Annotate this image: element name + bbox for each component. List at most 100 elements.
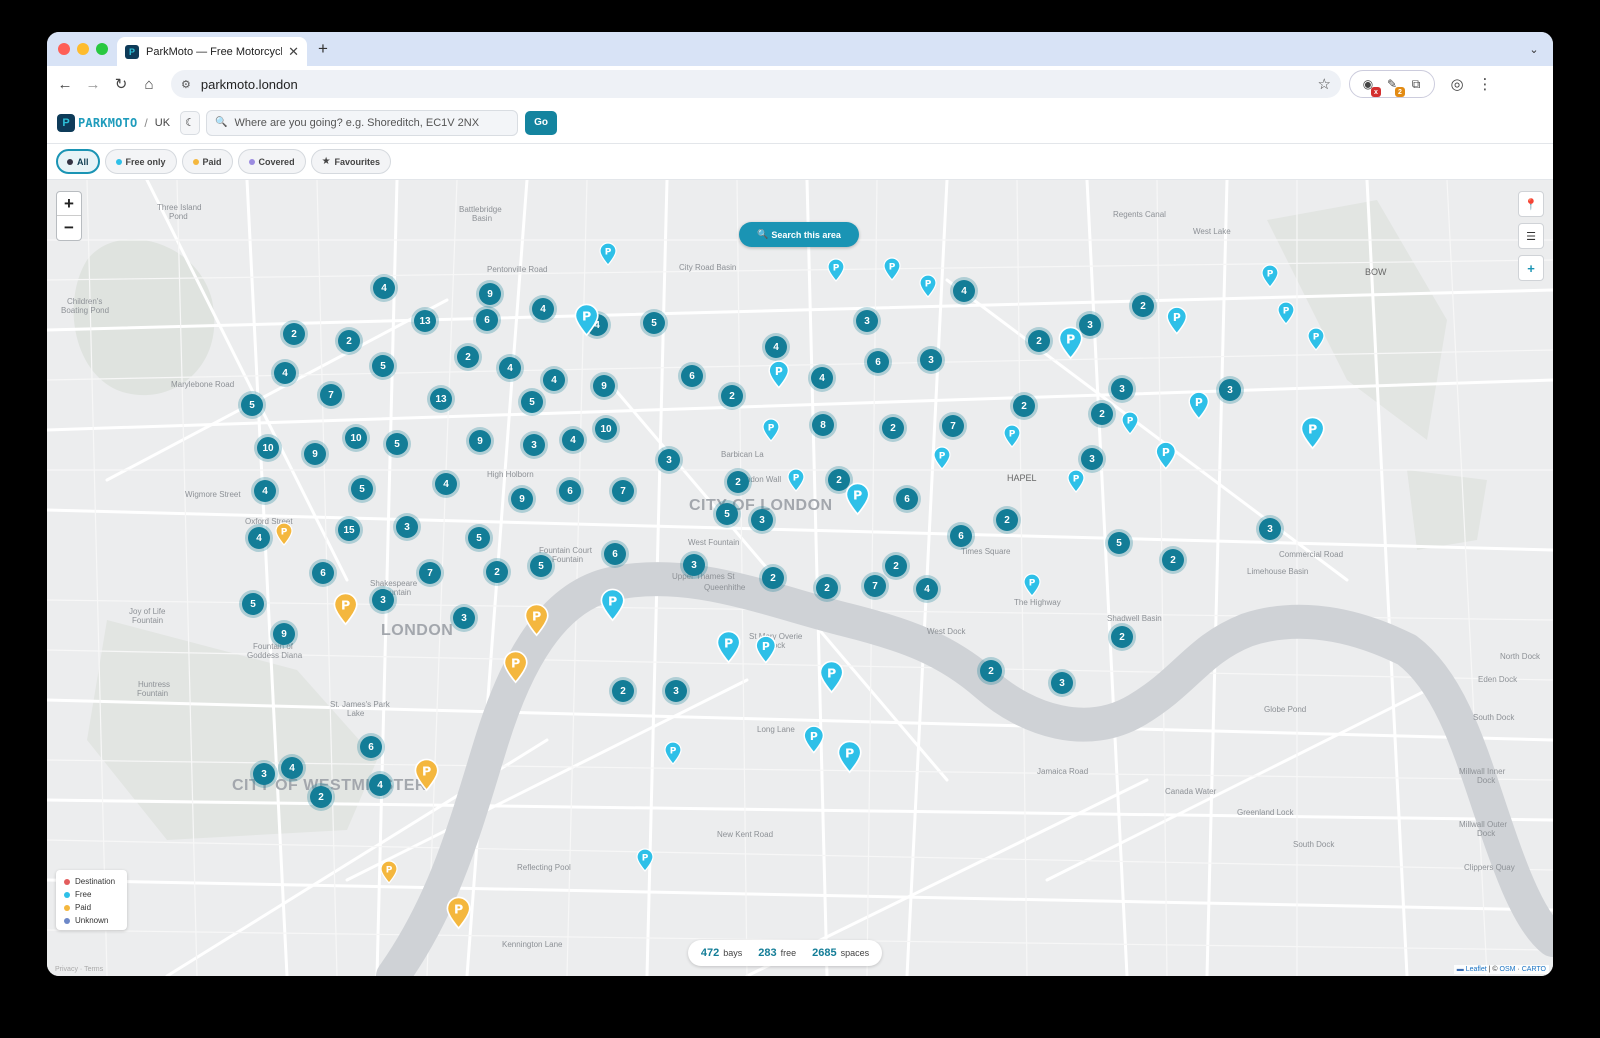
forward-icon[interactable]: → [79,70,107,98]
minimize-window-button[interactable] [77,43,89,55]
cluster-marker[interactable]: 8 [812,414,834,436]
free-parking-pin-icon[interactable]: P [600,588,626,627]
cluster-marker[interactable]: 5 [241,394,263,416]
cluster-marker[interactable]: 9 [479,283,501,305]
cluster-marker[interactable]: 4 [369,774,391,796]
cluster-marker[interactable]: 2 [1013,395,1035,417]
privacy-link[interactable]: Privacy [55,966,78,973]
cluster-marker[interactable]: 4 [435,473,457,495]
cluster-marker[interactable]: 7 [612,480,634,502]
cluster-marker[interactable]: 3 [920,349,942,371]
cluster-marker[interactable]: 4 [274,362,296,384]
free-parking-pin-icon[interactable]: P [1166,306,1188,340]
cluster-marker[interactable]: 4 [765,336,787,358]
back-icon[interactable]: ← [51,70,79,98]
free-parking-pin-icon[interactable]: P [1023,573,1041,602]
go-button[interactable]: Go [525,110,558,135]
cluster-marker[interactable]: 3 [523,434,545,456]
cluster-marker[interactable]: 3 [751,509,773,531]
cluster-marker[interactable]: 6 [867,351,889,373]
free-parking-pin-icon[interactable]: P [599,242,617,271]
terms-link[interactable]: Terms [84,966,103,973]
free-parking-pin-icon[interactable]: P [755,635,777,669]
cluster-marker[interactable]: 4 [499,357,521,379]
cluster-marker[interactable]: 2 [721,385,743,407]
cluster-marker[interactable]: 5 [351,478,373,500]
free-parking-pin-icon[interactable]: P [1003,424,1021,453]
cluster-marker[interactable]: 4 [916,578,938,600]
cluster-marker[interactable]: 5 [1108,532,1130,554]
cluster-marker[interactable]: 2 [885,555,907,577]
cluster-marker[interactable]: 6 [950,525,972,547]
free-parking-pin-icon[interactable]: P [768,360,790,394]
free-parking-pin-icon[interactable]: P [1121,411,1139,440]
close-window-button[interactable] [58,43,70,55]
cluster-marker[interactable]: 4 [562,429,584,451]
cluster-marker[interactable]: 5 [468,527,490,549]
free-parking-pin-icon[interactable]: P [837,740,863,779]
cluster-marker[interactable]: 2 [612,680,634,702]
free-parking-pin-icon[interactable]: P [1058,326,1084,365]
paid-parking-pin-icon[interactable]: P [524,603,550,642]
free-parking-pin-icon[interactable]: P [933,446,951,475]
site-settings-icon[interactable]: ⚙ [181,78,191,91]
close-tab-icon[interactable]: ✕ [288,44,299,60]
record-icon[interactable]: ◉ x [1359,75,1381,97]
list-menu-icon[interactable]: ☰ [1518,223,1544,249]
free-parking-pin-icon[interactable]: P [919,274,937,303]
cluster-marker[interactable]: 5 [386,433,408,455]
cluster-marker[interactable]: 9 [593,375,615,397]
cluster-marker[interactable]: 2 [457,346,479,368]
free-parking-pin-icon[interactable]: P [716,630,742,669]
theme-toggle-moon-icon[interactable]: ☾ [180,110,201,135]
maximize-window-button[interactable] [96,43,108,55]
cluster-marker[interactable]: 3 [665,680,687,702]
cluster-marker[interactable]: 4 [953,280,975,302]
cluster-marker[interactable]: 2 [762,567,784,589]
cluster-marker[interactable]: 4 [254,480,276,502]
cluster-marker[interactable]: 9 [469,430,491,452]
filter-free-only[interactable]: Free only [104,149,177,174]
free-parking-pin-icon[interactable]: P [1307,327,1325,356]
cluster-marker[interactable]: 13 [430,388,452,410]
cluster-marker[interactable]: 3 [372,589,394,611]
filter-covered[interactable]: Covered [237,149,306,174]
cluster-marker[interactable]: 5 [643,312,665,334]
task-icon[interactable]: ✎ 2 [1383,75,1405,97]
cluster-marker[interactable]: 10 [345,427,367,449]
cluster-marker[interactable]: 3 [1051,672,1073,694]
cluster-marker[interactable]: 2 [1132,295,1154,317]
cluster-marker[interactable]: 7 [942,415,964,437]
map-canvas[interactable]: CITY OF LONDON LONDON CITY OF WESTMINSTER T… [47,180,1553,976]
cluster-marker[interactable]: 4 [811,367,833,389]
cluster-marker[interactable]: 10 [257,437,279,459]
cluster-marker[interactable]: 5 [530,555,552,577]
filter-paid[interactable]: Paid [181,149,233,174]
cluster-marker[interactable]: 10 [595,418,617,440]
free-parking-pin-icon[interactable]: P [664,741,682,770]
paid-parking-pin-icon[interactable]: P [275,522,293,551]
free-parking-pin-icon[interactable]: P [827,258,845,287]
free-parking-pin-icon[interactable]: P [819,660,845,699]
cluster-marker[interactable]: 3 [1259,518,1281,540]
zoom-in-button[interactable]: + [57,192,81,216]
cluster-marker[interactable]: 2 [486,561,508,583]
carto-link[interactable]: CARTO [1522,966,1546,973]
tab-search-icon[interactable]: ⌄ [1525,40,1543,58]
cluster-marker[interactable]: 5 [242,593,264,615]
free-parking-pin-icon[interactable]: P [636,848,654,877]
cluster-marker[interactable]: 3 [253,763,275,785]
cluster-marker[interactable]: 3 [1219,379,1241,401]
cluster-marker[interactable]: 2 [980,660,1002,682]
zoom-out-button[interactable]: − [57,216,81,240]
cluster-marker[interactable]: 6 [681,365,703,387]
destination-search-input[interactable]: 🔍 Where are you going? e.g. Shoreditch, … [206,109,519,136]
paid-parking-pin-icon[interactable]: P [414,758,440,797]
cluster-marker[interactable]: 2 [996,509,1018,531]
paid-parking-pin-icon[interactable]: P [333,592,359,631]
menu-kebab-icon[interactable]: ⋮ [1471,70,1499,98]
cluster-marker[interactable]: 6 [896,488,918,510]
cluster-marker[interactable]: 6 [559,480,581,502]
cluster-marker[interactable]: 2 [1162,549,1184,571]
cluster-marker[interactable]: 3 [453,607,475,629]
